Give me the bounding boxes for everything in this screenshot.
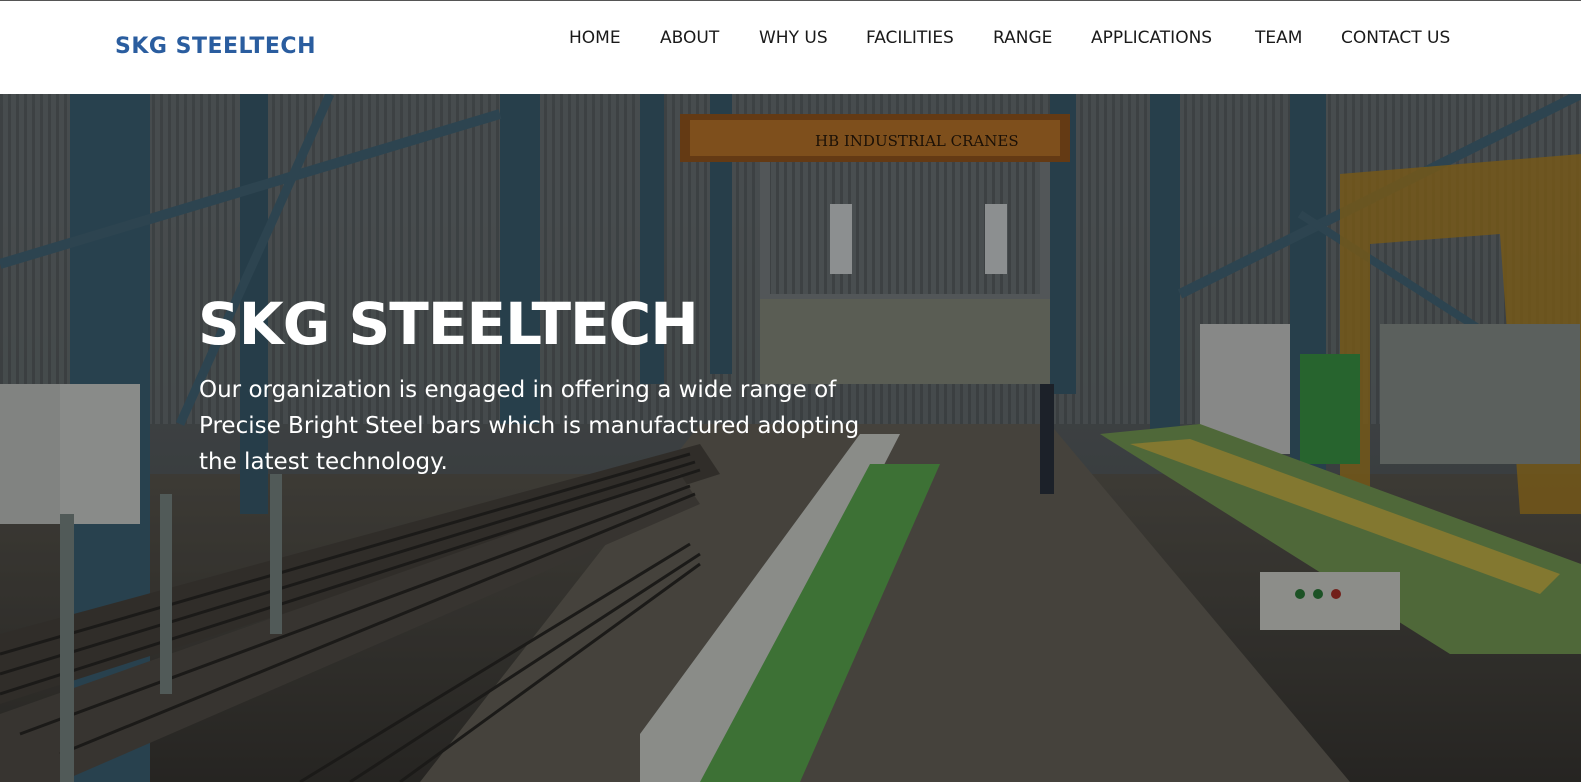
nav-applications[interactable]: APPLICATIONS xyxy=(1091,28,1212,48)
nav-team[interactable]: TEAM xyxy=(1255,28,1302,48)
nav-home[interactable]: HOME xyxy=(569,28,621,48)
nav-why-us[interactable]: WHY US xyxy=(759,28,828,48)
nav-range[interactable]: RANGE xyxy=(993,28,1052,48)
main-nav: HOME ABOUT WHY US FACILITIES RANGE APPLI… xyxy=(0,28,1581,52)
hero-banner: HB INDUSTRIAL CRANES SKG STEELTECH Our o… xyxy=(0,94,1581,782)
nav-contact-us[interactable]: CONTACT US xyxy=(1341,28,1450,48)
hero-title: SKG STEELTECH xyxy=(198,290,699,358)
nav-about[interactable]: ABOUT xyxy=(660,28,719,48)
navbar: SKG STEELTECH HOME ABOUT WHY US FACILITI… xyxy=(0,1,1581,94)
hero-description: Our organization is engaged in offering … xyxy=(199,377,860,475)
nav-facilities[interactable]: FACILITIES xyxy=(866,28,954,48)
